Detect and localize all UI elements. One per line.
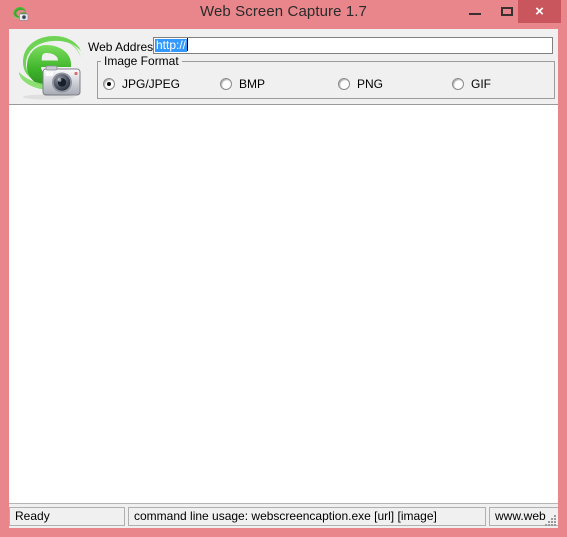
minimize-button[interactable] xyxy=(460,0,490,22)
text-caret xyxy=(187,38,189,51)
capture-preview-area xyxy=(9,105,558,503)
image-format-legend: Image Format xyxy=(101,54,182,68)
radio-label: JPG/JPEG xyxy=(122,77,181,91)
radio-label: BMP xyxy=(239,77,266,91)
client-area: Web Address http:// Image Format JPG/JPE… xyxy=(9,29,558,528)
minimize-icon xyxy=(469,13,481,15)
radio-gif[interactable]: GIF xyxy=(452,76,491,92)
web-address-input[interactable]: http:// xyxy=(153,37,553,54)
radio-bmp[interactable]: BMP xyxy=(220,76,265,92)
status-panel-ready: Ready xyxy=(9,507,125,526)
maximize-icon xyxy=(501,7,513,16)
radio-label: PNG xyxy=(357,77,384,91)
radio-png[interactable]: PNG xyxy=(338,76,383,92)
ie-camera-icon xyxy=(13,31,85,101)
radio-button-icon xyxy=(452,78,464,90)
radio-jpg-jpeg[interactable]: JPG/JPEG xyxy=(103,76,180,92)
close-icon: × xyxy=(535,3,544,20)
status-panel-usage: command line usage: webscreencaption.exe… xyxy=(128,507,486,526)
radio-button-icon xyxy=(338,78,350,90)
application-window: Web Screen Capture 1.7 × Web Address htt… xyxy=(0,0,567,537)
status-bar: Ready command line usage: webscreencapti… xyxy=(9,503,558,528)
radio-button-icon xyxy=(103,78,115,90)
web-address-value: http:// xyxy=(155,38,188,52)
web-address-label: Web Address xyxy=(88,40,160,54)
title-bar[interactable]: Web Screen Capture 1.7 × xyxy=(0,0,567,28)
radio-button-icon xyxy=(220,78,232,90)
radio-label: GIF xyxy=(471,77,491,91)
toolbar-panel: Web Address http:// Image Format JPG/JPE… xyxy=(9,29,558,105)
resize-grip-icon[interactable] xyxy=(543,513,557,527)
close-button[interactable]: × xyxy=(518,0,561,23)
